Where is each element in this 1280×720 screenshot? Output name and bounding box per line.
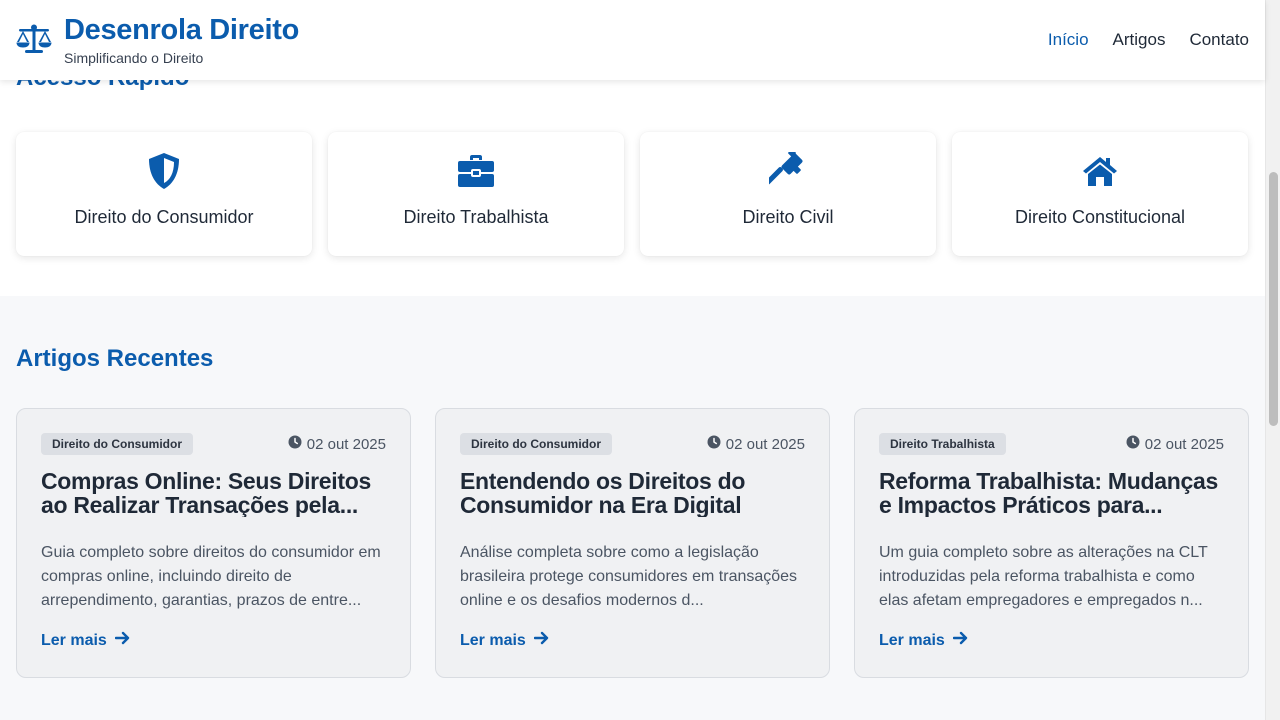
site-title: Desenrola Direito	[64, 14, 300, 46]
shield-icon	[145, 152, 183, 190]
quick-card-consumidor[interactable]: Direito do Consumidor	[16, 132, 312, 256]
read-more-link[interactable]: Ler mais	[41, 631, 131, 650]
clock-icon	[707, 435, 721, 453]
site-subtitle: Simplificando o Direito	[64, 50, 204, 66]
article-date: 02 out 2025	[288, 435, 386, 453]
site-header: Desenrola Direito Simplificando o Direit…	[0, 0, 1265, 80]
quick-card-label: Direito do Consumidor	[74, 207, 254, 227]
quick-card-constitucional[interactable]: Direito Constitucional	[952, 132, 1248, 256]
recent-articles-section: Artigos Recentes Direito do Consumidor 0…	[0, 296, 1265, 720]
clock-icon	[288, 435, 302, 453]
read-more-label: Ler mais	[879, 631, 945, 649]
article-title[interactable]: Entendendo os Direitos do Consumidor na …	[460, 469, 805, 517]
article-description: Análise completa sobre como a legislação…	[460, 544, 798, 609]
article-date: 02 out 2025	[707, 435, 805, 453]
nav-item-contato[interactable]: Contato	[1189, 30, 1249, 50]
article-card[interactable]: Direito do Consumidor 02 out 2025 Entend…	[435, 408, 830, 678]
read-more-label: Ler mais	[41, 631, 107, 649]
house-icon	[1081, 152, 1119, 190]
arrow-right-icon	[952, 631, 969, 650]
arrow-right-icon	[533, 631, 550, 650]
arrow-right-icon	[114, 631, 131, 650]
article-description: Guia completo sobre direitos do consumid…	[41, 544, 381, 609]
nav-item-inicio[interactable]: Início	[1048, 30, 1089, 50]
quick-card-civil[interactable]: Direito Civil	[640, 132, 936, 256]
article-date-text: 02 out 2025	[306, 435, 386, 453]
article-description: Um guia completo sobre as alterações na …	[879, 544, 1208, 609]
brand-text: Desenrola Direito Simplificando o Direit…	[64, 14, 299, 66]
article-card[interactable]: Direito Trabalhista 02 out 2025 Reforma …	[854, 408, 1249, 678]
article-meta: Direito Trabalhista 02 out 2025	[879, 433, 1224, 455]
article-title[interactable]: Compras Online: Seus Direitos ao Realiza…	[41, 469, 386, 517]
category-badge: Direito Trabalhista	[879, 433, 1006, 455]
quick-access-grid: Direito do Consumidor Direito Trabalhist…	[16, 132, 1249, 256]
scales-icon	[16, 24, 52, 59]
category-badge: Direito do Consumidor	[460, 433, 612, 455]
read-more-label: Ler mais	[460, 631, 526, 649]
category-badge: Direito do Consumidor	[41, 433, 193, 455]
article-meta: Direito do Consumidor 02 out 2025	[460, 433, 805, 455]
article-date-text: 02 out 2025	[725, 435, 805, 453]
quick-card-label: Direito Constitucional	[1014, 207, 1186, 227]
article-date-text: 02 out 2025	[1144, 435, 1224, 453]
main-nav: Início Artigos Contato	[1048, 30, 1249, 50]
article-title[interactable]: Reforma Trabalhista: Mudanças e Impactos…	[879, 469, 1224, 517]
page-content: Acesso Rápido Direito do Consumidor Dire…	[0, 0, 1265, 720]
quick-card-label: Direito Civil	[742, 207, 834, 227]
articles-grid: Direito do Consumidor 02 out 2025 Compra…	[16, 408, 1249, 678]
quick-card-trabalhista[interactable]: Direito Trabalhista	[328, 132, 624, 256]
brand[interactable]: Desenrola Direito Simplificando o Direit…	[16, 14, 299, 66]
page-viewport: Acesso Rápido Direito do Consumidor Dire…	[0, 0, 1265, 720]
quick-card-label: Direito Trabalhista	[403, 207, 549, 227]
clock-icon	[1126, 435, 1140, 453]
article-card[interactable]: Direito do Consumidor 02 out 2025 Compra…	[16, 408, 411, 678]
vertical-scrollbar[interactable]	[1265, 0, 1280, 720]
article-date: 02 out 2025	[1126, 435, 1224, 453]
scrollbar-thumb[interactable]	[1269, 172, 1278, 426]
article-meta: Direito do Consumidor 02 out 2025	[41, 433, 386, 455]
gavel-icon	[769, 152, 807, 190]
recent-articles-title: Artigos Recentes	[16, 345, 214, 372]
nav-item-artigos[interactable]: Artigos	[1113, 30, 1166, 50]
read-more-link[interactable]: Ler mais	[879, 631, 969, 650]
read-more-link[interactable]: Ler mais	[460, 631, 550, 650]
briefcase-icon	[457, 152, 495, 190]
